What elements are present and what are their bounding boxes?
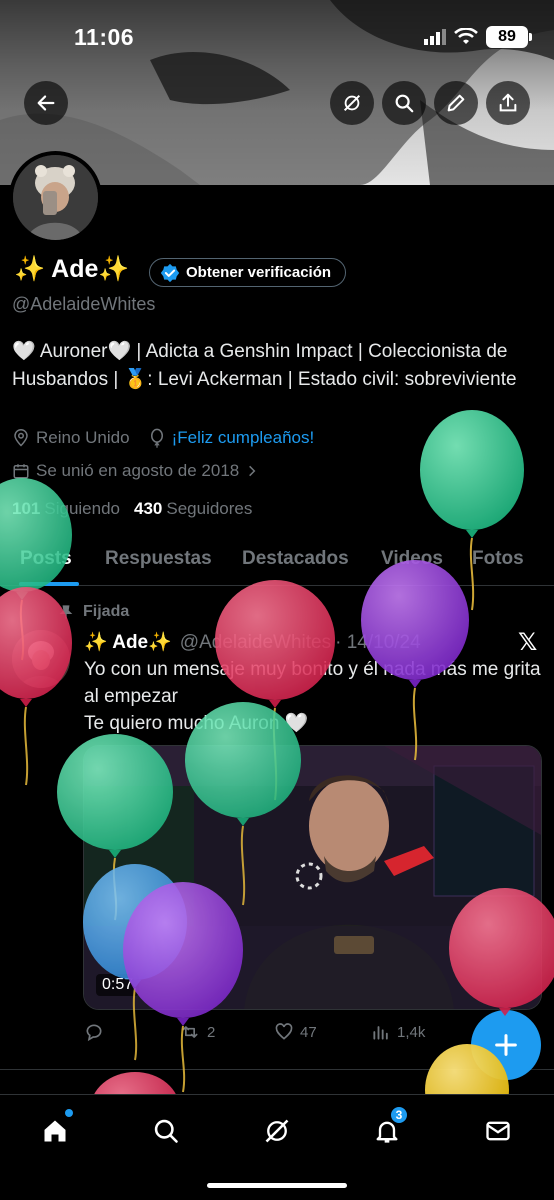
joined-row[interactable]: Se unió en agosto de 2018 <box>12 461 259 481</box>
compose-button[interactable] <box>471 1010 541 1080</box>
heart-icon <box>275 1023 293 1040</box>
notifications-badge: 3 <box>389 1105 409 1125</box>
plus-icon <box>495 1034 517 1056</box>
status-time: 11:06 <box>74 24 135 50</box>
home-unread-dot <box>65 1109 73 1117</box>
profile-meta-row: Reino Unido ¡Feliz cumpleaños! <box>12 428 314 448</box>
calendar-icon <box>13 464 29 479</box>
like-button[interactable]: 47 <box>274 1022 317 1042</box>
following-link[interactable]: 101 Siguiendo <box>12 499 120 519</box>
cellular-icon <box>424 29 446 45</box>
search-icon <box>154 1119 178 1143</box>
home-indicator <box>207 1183 347 1188</box>
back-arrow-icon <box>37 95 55 111</box>
profile-name: ✨ Ade✨ <box>14 255 130 283</box>
tab-photos[interactable]: Fotos <box>472 548 524 570</box>
search-icon <box>395 94 414 113</box>
reply-button[interactable] <box>84 1022 110 1042</box>
pinned-label: Fijada <box>83 603 130 620</box>
followers-count: 430 <box>134 499 163 518</box>
back-button[interactable] <box>24 81 68 125</box>
joined-date: Se unió en agosto de 2018 <box>36 461 240 480</box>
wifi-icon <box>454 28 478 44</box>
verified-badge-icon <box>160 263 180 282</box>
battery-indicator: 89 <box>486 26 532 48</box>
follow-stats: 101 Siguiendo 430 Seguidores <box>12 499 252 519</box>
post-date: · 14/10/24 <box>335 632 421 653</box>
profile-handle: @AdelaideWhites <box>12 294 156 314</box>
tab-posts[interactable]: Posts <box>20 548 72 570</box>
nav-search[interactable] <box>146 1111 186 1151</box>
video-duration: 0:57 <box>96 974 140 996</box>
pin-icon <box>59 605 73 619</box>
post-text: Yo con un mensaje muy bonito y él nada m… <box>84 656 546 737</box>
nav-messages[interactable] <box>478 1111 518 1151</box>
post-text-line-1: Yo con un mensaje muy bonito y él nada m… <box>84 659 541 707</box>
post-actions: 2 47 1,4k <box>84 1022 524 1046</box>
profile-location: Reino Unido <box>36 428 130 447</box>
mail-icon <box>486 1121 510 1141</box>
profile-name-row: ✨ Ade✨ <box>14 255 130 284</box>
repost-count: 2 <box>207 1023 216 1041</box>
pen-icon <box>447 94 465 112</box>
tab-replies[interactable]: Respuestas <box>105 548 212 570</box>
get-verified-label: Obtener verificación <box>186 264 332 281</box>
post-text-line-2: Te quiero mucho Auron 🤍 <box>84 713 309 734</box>
profile-tabs: Posts Respuestas Destacados Videos Fotos <box>0 530 554 586</box>
following-label: Siguiendo <box>44 499 120 518</box>
tab-highlights[interactable]: Destacados <box>242 548 349 570</box>
post-author-name[interactable]: ✨ Ade✨ <box>84 632 172 653</box>
grok-button[interactable] <box>330 81 374 125</box>
profile-bio: 🤍 Auroner🤍 | Adicta a Genshin Impact | C… <box>12 341 517 390</box>
nav-notifications[interactable]: 3 <box>367 1105 409 1151</box>
repost-button[interactable]: 2 <box>179 1022 215 1042</box>
post-author-handle[interactable]: @AdelaideWhites <box>180 632 331 653</box>
profile-avatar[interactable] <box>9 151 102 244</box>
nav-grok[interactable] <box>257 1111 297 1151</box>
x-logo-icon: 𝕏 <box>518 629 538 656</box>
edit-button[interactable] <box>434 81 478 125</box>
followers-label: Seguidores <box>166 499 253 518</box>
home-icon <box>44 1120 66 1142</box>
status-bar: 11:06 89 <box>0 0 554 70</box>
views-count: 1,4k <box>397 1023 426 1041</box>
birthday-link[interactable]: ¡Feliz cumpleaños! <box>172 428 315 448</box>
location-pin-icon <box>14 429 28 447</box>
grok-icon <box>343 94 361 112</box>
active-tab-indicator <box>19 582 79 586</box>
chevron-right-icon <box>249 465 256 477</box>
grok-icon <box>265 1119 289 1143</box>
post-header: ✨ Ade✨ @AdelaideWhites · 14/10/24 <box>84 630 421 654</box>
bottom-navigation: 3 <box>0 1094 554 1200</box>
like-count: 47 <box>300 1023 317 1041</box>
get-verified-button[interactable]: Obtener verificación <box>149 258 347 287</box>
followers-link[interactable]: 430 Seguidores <box>134 499 252 519</box>
repost-icon <box>182 1026 198 1038</box>
share-icon <box>499 93 517 112</box>
search-button[interactable] <box>382 81 426 125</box>
tab-videos[interactable]: Videos <box>381 548 443 570</box>
following-count: 101 <box>12 499 41 518</box>
reply-icon <box>86 1024 102 1042</box>
post-video[interactable]: 0:57 <box>83 745 542 1010</box>
post-divider <box>0 1069 554 1070</box>
post-avatar[interactable] <box>12 630 70 688</box>
balloon-icon <box>150 428 163 448</box>
views-button[interactable]: 1,4k <box>371 1022 425 1042</box>
nav-home[interactable] <box>35 1109 75 1151</box>
views-icon <box>373 1026 388 1040</box>
share-button[interactable] <box>486 81 530 125</box>
